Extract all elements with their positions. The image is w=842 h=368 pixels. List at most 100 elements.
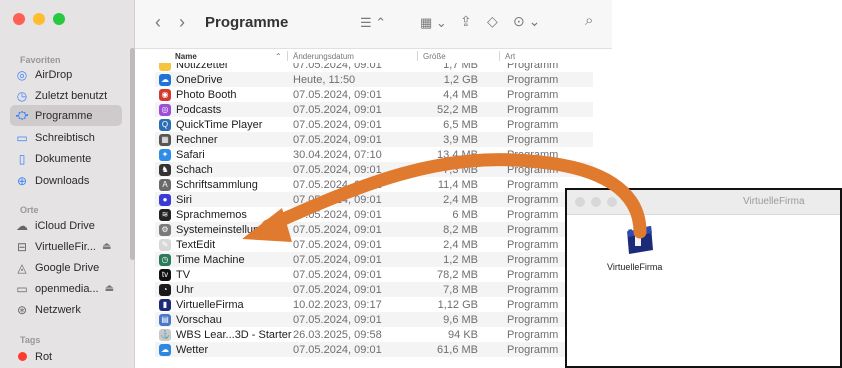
file-size: 78,2 MB (437, 268, 478, 281)
eject-icon[interactable]: ⏏ (102, 241, 111, 252)
sidebar-item-label: Downloads (35, 174, 90, 187)
forward-icon[interactable]: › (179, 12, 185, 33)
virtuellefirma-app-icon[interactable] (621, 224, 655, 259)
column-header-name[interactable]: Name (175, 52, 197, 61)
minimize-window-button[interactable] (33, 13, 45, 25)
file-row[interactable]: A Schriftsammlung 07.05.2024, 09:01 11,4 MB… (155, 177, 593, 192)
sidebar-item-icloud-drive[interactable]: ☁ iCloud Drive (14, 215, 122, 236)
sidebar-item-google-drive[interactable]: ◬ Google Drive (14, 257, 122, 278)
sidebar-item-recents[interactable]: ◷ Zuletzt benutzt (14, 85, 122, 106)
file-date: 07.05.2024, 09:01 (293, 313, 382, 326)
file-size: 7,8 MB (443, 283, 478, 296)
cloud-icon: ☁ (16, 218, 28, 233)
sidebar-item-network[interactable]: ⊛ Netzwerk (14, 299, 122, 320)
file-row[interactable]: Q QuickTime Player 07.05.2024, 09:01 6,5 MB… (155, 117, 593, 132)
file-name: Time Machine (176, 253, 245, 266)
file-size: 2,4 MB (443, 193, 478, 206)
tag-dot-icon (14, 352, 30, 361)
close-window-button[interactable] (575, 197, 585, 207)
close-window-button[interactable] (13, 13, 25, 25)
sidebar-section-places: Orte (20, 205, 39, 215)
zoom-window-button[interactable] (53, 13, 65, 25)
column-header-date[interactable]: Änderungsdatum (293, 52, 354, 61)
file-row[interactable]: ● Siri 07.05.2024, 09:01 2,4 MB Programm (155, 192, 593, 207)
back-icon[interactable]: ‹ (155, 12, 161, 33)
file-row[interactable]: ▮ VirtuelleFirma 10.02.2023, 09:17 1,12 GB P… (155, 297, 593, 312)
download-icon: ⊕ (16, 173, 28, 188)
file-name: OneDrive (176, 73, 223, 86)
list-view-icon[interactable]: ☰ ⌃ (360, 15, 386, 31)
app-icon (159, 63, 171, 71)
sidebar-item-label: openmedia... (35, 282, 99, 295)
file-row[interactable]: ◔ Uhr 07.05.2024, 09:01 7,8 MB Programm (155, 282, 593, 297)
file-row[interactable]: ⚓ WBS Lear...3D - Starter 26.03.2025, 09:5… (155, 327, 593, 342)
file-row[interactable]: ≋ Sprachmemos 07.05.2024, 09:01 6 MB Program… (155, 207, 593, 222)
file-name: Schach (176, 163, 213, 176)
file-row[interactable]: ◎ Podcasts 07.05.2024, 09:01 52,2 MB Program… (155, 102, 593, 117)
tag-icon[interactable]: ◇ (487, 13, 498, 30)
column-header-size[interactable]: Größe (423, 52, 446, 61)
file-row[interactable]: tv TV 07.05.2024, 09:01 78,2 MB Programm (155, 267, 593, 282)
file-row[interactable]: ☁ Wetter 07.05.2024, 09:01 61,6 MB Programm (155, 342, 593, 357)
app-icon: ● (159, 193, 171, 206)
file-row[interactable]: ♞ Schach 07.05.2024, 09:01 7,3 MB Programm (155, 162, 593, 177)
sort-chevron-icon[interactable]: ⌃ (275, 52, 282, 61)
file-name: Vorschau (176, 313, 222, 326)
sidebar-item-desktop[interactable]: ▭ Schreibtisch (14, 127, 122, 148)
file-row[interactable]: ▤ Vorschau 07.05.2024, 09:01 9,6 MB Programm (155, 312, 593, 327)
file-row[interactable]: ✎ TextEdit 07.05.2024, 09:01 2,4 MB Programm (155, 237, 593, 252)
app-icon: ✦ (159, 148, 171, 161)
file-row[interactable]: ▦ Rechner 07.05.2024, 09:01 3,9 MB Programm (155, 132, 593, 147)
file-row[interactable]: ◷ Time Machine 07.05.2024, 09:01 1,2 MB Prog… (155, 252, 593, 267)
file-row[interactable]: ✦ Safari 30.04.2024, 07:10 13,4 MB Programm (155, 147, 593, 162)
desktop-icon: ▭ (16, 130, 28, 145)
minimize-window-button[interactable] (591, 197, 601, 207)
file-name: Sprachmemos (176, 208, 247, 221)
file-kind: Programm (507, 193, 559, 206)
file-name: Wetter (176, 343, 209, 356)
sidebar-item-tag-red[interactable]: Rot (14, 346, 122, 367)
more-icon[interactable]: ⊙ ⌄ (513, 13, 540, 30)
share-icon[interactable]: ⇪ (460, 13, 472, 30)
file-name: VirtuelleFirma (176, 298, 244, 311)
column-header-kind[interactable]: Art (505, 52, 515, 61)
column-header: Name ⌃ Änderungsdatum Größe Art (135, 49, 595, 63)
sidebar-item-documents[interactable]: ▯ Dokumente (14, 148, 122, 169)
file-list: Notizzettel 07.05.2024, 09:01 1,7 MB Progra… (155, 63, 595, 368)
sidebar-item-applications[interactable]: ⛮ Programme (10, 105, 122, 126)
sidebar-item-downloads[interactable]: ⊕ Downloads (14, 170, 122, 191)
sidebar-item-airdrop[interactable]: ◎ AirDrop (14, 64, 122, 85)
sidebar-item-virtuellefirma-volume[interactable]: ⊟ VirtuelleFir... ⏏ (14, 236, 122, 257)
file-kind: Programm (507, 88, 559, 101)
file-kind: Programm (507, 103, 559, 116)
app-icon: ◔ (159, 283, 171, 296)
file-date: 07.05.2024, 09:01 (293, 283, 382, 296)
sidebar-scrollbar[interactable] (130, 48, 135, 260)
app-icon: Q (159, 118, 171, 131)
sidebar-item-openmedia[interactable]: ▭ openmedia... ⏏ (14, 278, 122, 299)
file-size: 7,3 MB (443, 163, 478, 176)
window-titlebar[interactable]: VirtuelleFirma (567, 190, 840, 215)
file-size: 2,4 MB (443, 238, 478, 251)
zoom-window-button[interactable] (607, 197, 617, 207)
clock-icon: ◷ (16, 88, 28, 103)
file-kind: Programm (507, 283, 559, 296)
sidebar-item-label: Zuletzt benutzt (35, 89, 108, 102)
app-icon: ▮ (159, 298, 171, 311)
app-icon: ◉ (159, 88, 171, 101)
file-kind: Programm (507, 133, 559, 146)
file-name: TV (176, 268, 191, 281)
file-size: 6,5 MB (443, 118, 478, 131)
file-row[interactable]: ◉ Photo Booth 07.05.2024, 09:01 4,4 MB Progr… (155, 87, 593, 102)
file-row[interactable]: ☁ OneDrive Heute, 11:50 1,2 GB Programm (155, 72, 593, 87)
file-size: 1,12 GB (437, 298, 478, 311)
search-icon[interactable]: ⌕ (585, 12, 593, 29)
file-row[interactable]: Notizzettel 07.05.2024, 09:01 1,7 MB Progra… (155, 63, 593, 72)
file-row[interactable]: ⚙ Systemeinstellungen 07.05.2024, 09:01 8,2… (155, 222, 593, 237)
file-kind: Programm (507, 63, 559, 71)
group-icon[interactable]: ▦ ⌄ (420, 15, 447, 31)
eject-icon[interactable]: ⏏ (105, 283, 114, 294)
app-icon-label: VirtuelleFirma (607, 262, 663, 272)
file-name: WBS Lear...3D - Starter (176, 328, 292, 341)
file-name: QuickTime Player (176, 118, 263, 131)
